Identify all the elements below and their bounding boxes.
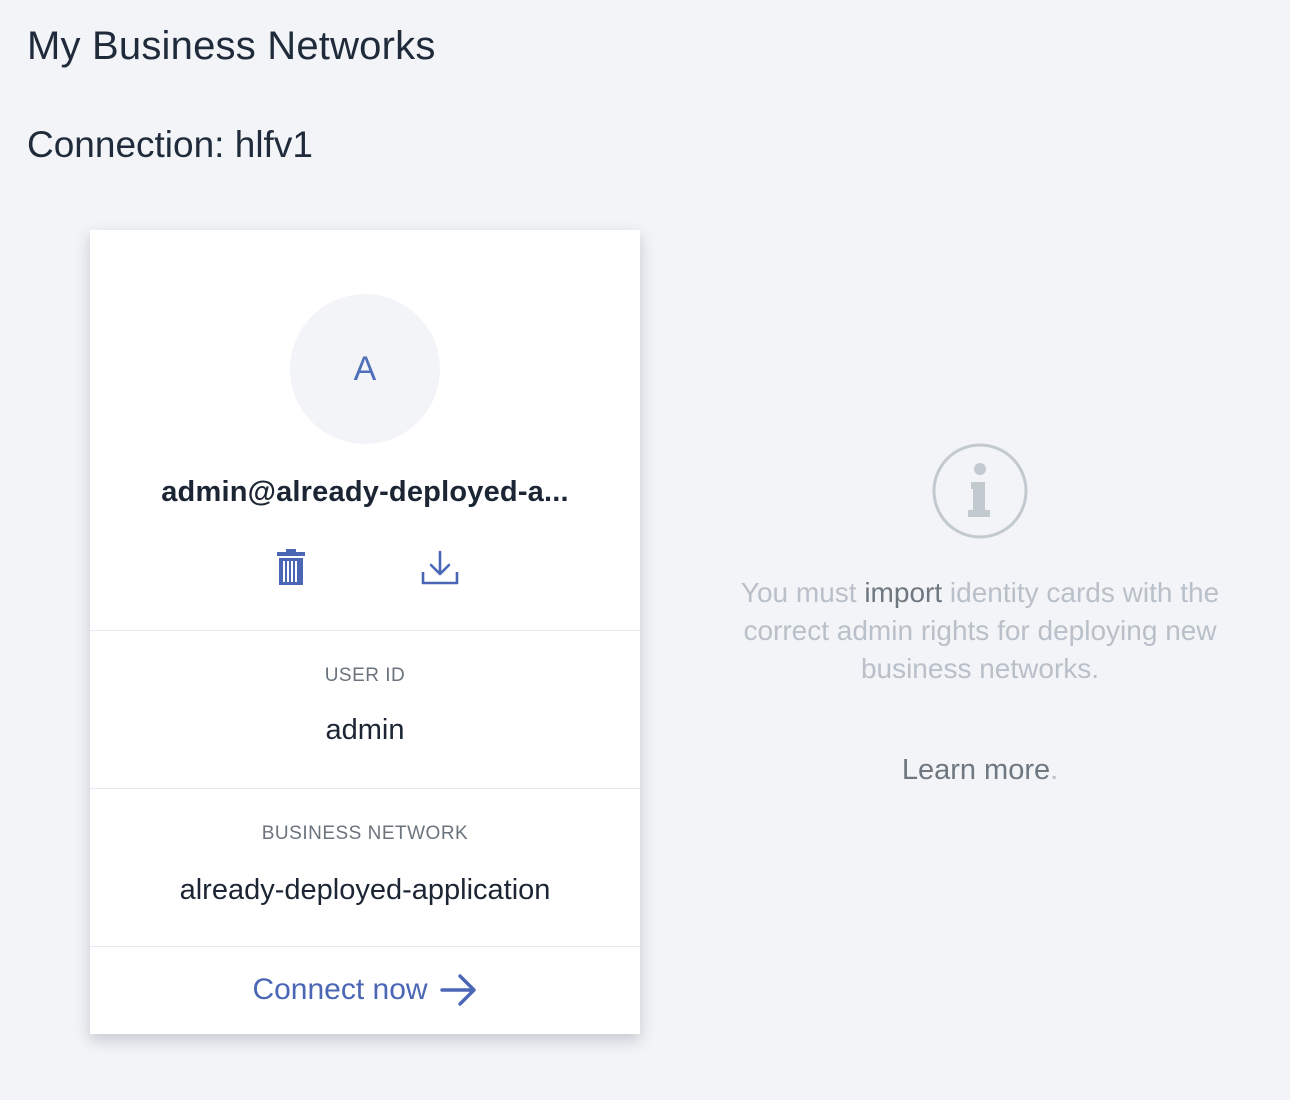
page: My Business Networks Connection: hlfv1 A… [0, 0, 1290, 1100]
card-divider [90, 630, 640, 631]
download-icon [421, 550, 459, 585]
connect-now-label: Connect now [252, 973, 428, 1006]
card-divider [90, 788, 640, 789]
avatar: A [290, 294, 440, 444]
learn-more: Learn more. [700, 754, 1260, 787]
arrow-right-icon [439, 974, 476, 1006]
page-title: My Business Networks [27, 24, 436, 68]
import-link[interactable]: import [864, 577, 942, 608]
delete-card-button[interactable] [269, 546, 313, 590]
user-id-value: admin [325, 714, 405, 746]
user-id-label: USER ID [324, 665, 406, 686]
export-card-button[interactable] [418, 546, 462, 590]
trash-icon [277, 549, 305, 585]
business-network-label: BUSINESS NETWORK [261, 823, 469, 844]
info-text-before: You must [740, 577, 865, 608]
connection-title: Connection: hlfv1 [27, 124, 313, 165]
business-network-value: already-deployed-application [179, 874, 551, 906]
identity-card: A admin@already-deployed-a... USER ID ad… [90, 230, 640, 1034]
card-divider [90, 946, 640, 947]
learn-more-period: . [1050, 754, 1059, 786]
info-circle-icon [932, 443, 1028, 539]
connect-now-button[interactable]: Connect now [90, 968, 640, 1012]
info-message: You must import identity cards with the … [700, 574, 1260, 688]
learn-more-link[interactable]: Learn more [902, 754, 1050, 786]
card-header: A admin@already-deployed-a... [90, 230, 640, 630]
card-name: admin@already-deployed-a... [161, 476, 569, 508]
